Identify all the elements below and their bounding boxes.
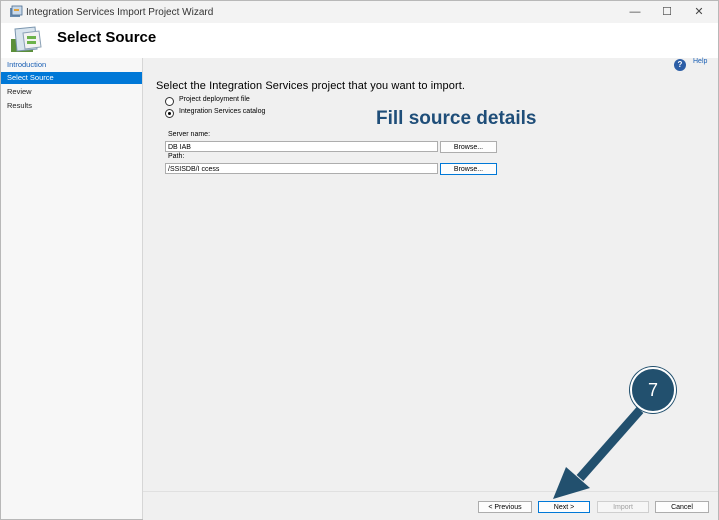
sidebar-item-select-source[interactable]: Select Source [1, 72, 142, 84]
next-button[interactable]: Next > [538, 501, 590, 513]
path-label: Path: [168, 153, 185, 160]
minimize-button[interactable]: — [618, 1, 652, 23]
browse-server-button[interactable]: Browse... [440, 141, 497, 153]
cancel-button[interactable]: Cancel [655, 501, 709, 513]
option-label: Integration Services catalog [179, 108, 266, 115]
help-link[interactable]: ? Help [674, 58, 707, 71]
instruction-text: Select the Integration Services project … [156, 80, 466, 92]
wizard-footer: < Previous Next > Import Cancel [143, 491, 718, 520]
wizard-steps-sidebar: Introduction Select Source Review Result… [1, 58, 143, 519]
server-name-label: Server name: [168, 131, 211, 138]
page-header: Select Source [1, 23, 718, 59]
help-icon: ? [674, 59, 686, 71]
sidebar-item-results: Results [7, 101, 33, 110]
close-window-button[interactable]: ✕ [682, 1, 716, 23]
previous-button[interactable]: < Previous [478, 501, 532, 513]
option-label: Project deployment file [179, 96, 250, 103]
import-button: Import [597, 501, 649, 513]
radio-project-deployment-file[interactable] [165, 97, 174, 106]
sidebar-item-review: Review [7, 87, 32, 96]
page-title: Select Source [57, 29, 157, 46]
title-bar: Integration Services Import Project Wiza… [1, 1, 718, 23]
wizard-window: Integration Services Import Project Wiza… [0, 0, 719, 520]
radio-integration-services-catalog[interactable] [165, 109, 174, 118]
help-label: Help [693, 58, 708, 65]
window-title: Integration Services Import Project Wiza… [26, 7, 214, 18]
sidebar-item-introduction[interactable]: Introduction [1, 59, 142, 71]
wizard-icon [11, 26, 42, 52]
maximize-button[interactable]: ☐ [650, 1, 684, 23]
server-name-input[interactable]: DB IAB [165, 141, 438, 152]
annotation-fill-source-details: Fill source details [376, 108, 537, 129]
app-icon [10, 5, 23, 17]
browse-path-button[interactable]: Browse... [440, 163, 497, 175]
path-input[interactable]: /SSISDB/I ccess [165, 163, 438, 174]
step-number-badge: 7 [630, 367, 676, 413]
